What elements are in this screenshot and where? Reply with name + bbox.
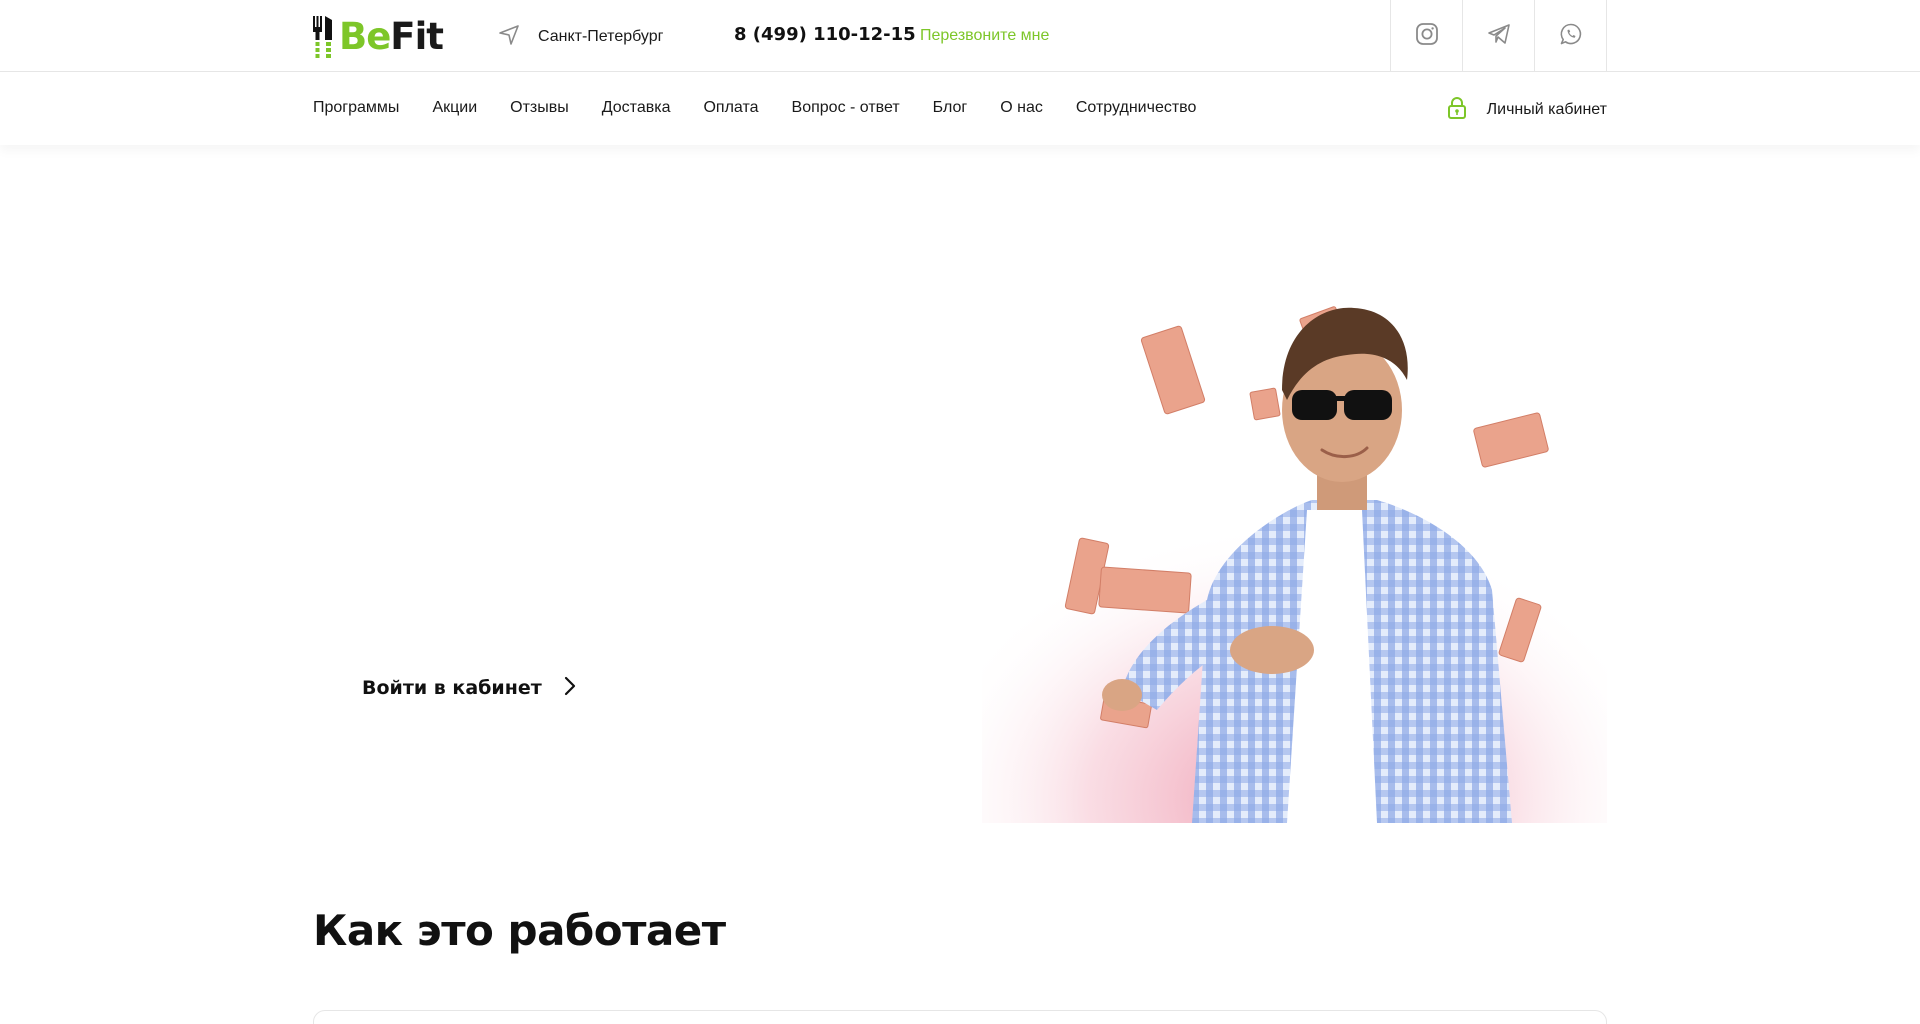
logo-text: BeFit <box>339 15 444 58</box>
location-arrow-icon <box>498 24 520 50</box>
nav-item-delivery[interactable]: Доставка <box>602 99 671 117</box>
logo-text-be: Be <box>339 15 391 58</box>
whatsapp-icon <box>1559 22 1583 50</box>
account-label: Личный кабинет <box>1486 101 1607 118</box>
social-links <box>1390 0 1607 72</box>
nav-item-payment[interactable]: Оплата <box>703 99 758 117</box>
nav-item-promotions[interactable]: Акции <box>432 99 477 117</box>
nav-item-reviews[interactable]: Отзывы <box>510 99 569 117</box>
callback-link[interactable]: Перезвоните мне <box>920 27 1049 45</box>
nav-list: Программы Акции Отзывы Доставка Оплата В… <box>313 99 1229 117</box>
phone-number[interactable]: 8 (499) 110-12-15 <box>734 24 916 45</box>
steps-card <box>313 1010 1607 1024</box>
hero-image <box>982 300 1607 823</box>
telegram-button[interactable] <box>1463 0 1535 72</box>
nav-item-blog[interactable]: Блог <box>933 99 968 117</box>
nav-item-about[interactable]: О нас <box>1000 99 1043 117</box>
logo[interactable]: BeFit <box>313 15 444 58</box>
whatsapp-button[interactable] <box>1535 0 1607 72</box>
login-cabinet-label: Войти в кабинет <box>362 677 542 699</box>
logo-text-fit: Fit <box>390 15 444 58</box>
man-with-money-illustration <box>982 306 1607 823</box>
chevron-right-icon <box>564 676 576 700</box>
main-nav: Программы Акции Отзывы Доставка Оплата В… <box>0 72 1920 145</box>
instagram-icon <box>1415 22 1439 50</box>
instagram-button[interactable] <box>1391 0 1463 72</box>
account-link[interactable]: Личный кабинет <box>1447 97 1607 123</box>
nav-item-programs[interactable]: Программы <box>313 99 399 117</box>
section-title: Как это работает <box>313 906 726 955</box>
top-bar: BeFit Санкт-Петербург 8 (499) 110-12-15 … <box>0 0 1920 72</box>
nav-item-partnership[interactable]: Сотрудничество <box>1076 99 1197 117</box>
telegram-icon <box>1487 22 1511 50</box>
nav-item-faq[interactable]: Вопрос - ответ <box>792 99 900 117</box>
fork-knife-icon <box>313 16 335 58</box>
city-label: Санкт-Петербург <box>538 28 664 45</box>
city-selector[interactable]: Санкт-Петербург <box>498 24 663 50</box>
lock-icon <box>1447 97 1467 123</box>
login-cabinet-link[interactable]: Войти в кабинет <box>362 676 576 700</box>
